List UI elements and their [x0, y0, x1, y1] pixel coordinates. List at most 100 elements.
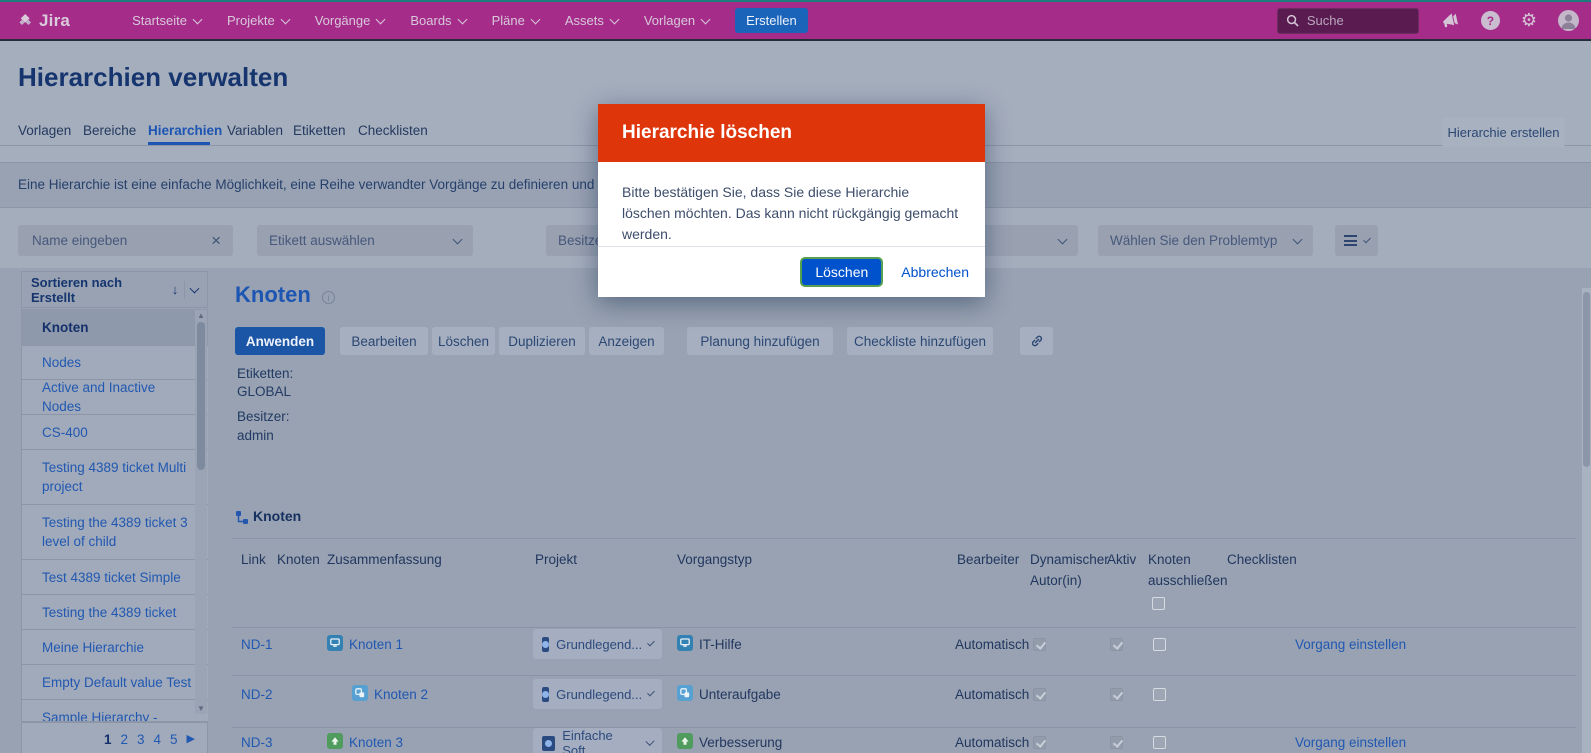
- sidebar-item-simple[interactable]: Test 4389 ticket Simple: [21, 560, 208, 595]
- row-link[interactable]: ND-1: [241, 637, 273, 652]
- active-checkbox[interactable]: [1110, 688, 1123, 701]
- label-filter-select[interactable]: Etikett auswählen: [257, 225, 473, 256]
- global-search[interactable]: [1277, 8, 1419, 34]
- nav-item-vorlagen[interactable]: Vorlagen: [644, 13, 709, 28]
- nav-item-boards[interactable]: Boards: [410, 13, 465, 28]
- col-knoten-ausschliessen: Knoten ausschließen: [1148, 549, 1234, 591]
- user-avatar[interactable]: [1558, 10, 1579, 31]
- jira-logo[interactable]: Jira: [17, 11, 70, 31]
- announcements-icon[interactable]: [1440, 12, 1460, 30]
- confirm-delete-button[interactable]: Löschen: [802, 259, 881, 285]
- tab-variablen[interactable]: Variablen: [227, 123, 283, 138]
- search-input[interactable]: [1305, 12, 1395, 29]
- tab-checklisten[interactable]: Checklisten: [358, 123, 428, 138]
- issuetype-filter-select[interactable]: Wählen Sie den Problemtyp: [1098, 225, 1313, 256]
- tab-vorlagen[interactable]: Vorlagen: [18, 123, 71, 138]
- delete-hierarchy-dialog: Hierarchie löschen Bitte bestätigen Sie,…: [598, 104, 985, 297]
- edit-button[interactable]: Bearbeiten: [340, 327, 428, 355]
- sidebar-item-nodes[interactable]: Nodes: [21, 346, 208, 380]
- add-checklist-button[interactable]: Checkliste hinzufügen: [847, 327, 993, 355]
- project-select[interactable]: Grundlegend...: [533, 679, 662, 709]
- node-name-link[interactable]: Knoten 3: [349, 735, 403, 750]
- create-button[interactable]: Erstellen: [735, 8, 808, 33]
- settings-gear-icon[interactable]: ⚙: [1521, 10, 1537, 31]
- tab-bereiche[interactable]: Bereiche: [83, 123, 136, 138]
- scroll-down-icon[interactable]: ▼: [195, 704, 207, 713]
- it-help-icon: [677, 635, 693, 651]
- create-hierarchy-button[interactable]: Hierarchie erstellen: [1442, 118, 1565, 147]
- chevron-down-icon[interactable]: [190, 283, 200, 293]
- clear-icon[interactable]: ×: [211, 232, 221, 249]
- sidebar-item-multi-project[interactable]: Testing 4389 ticket Multi project: [21, 450, 208, 505]
- exclude-node-checkbox[interactable]: [1153, 638, 1166, 651]
- sidebar-item-meine[interactable]: Meine Hierarchie: [21, 630, 208, 665]
- exclude-node-checkbox[interactable]: [1153, 688, 1166, 701]
- sidebar-scrollbar[interactable]: ▲ ▼: [195, 310, 207, 714]
- dynamic-author-checkbox[interactable]: [1033, 736, 1046, 749]
- page-3[interactable]: 3: [137, 732, 145, 747]
- active-checkbox[interactable]: [1110, 736, 1123, 749]
- name-filter-input[interactable]: [30, 232, 211, 249]
- tab-etiketten[interactable]: Etiketten: [293, 123, 346, 138]
- sidebar-item-3-level[interactable]: Testing the 4389 ticket 3 level of child: [21, 505, 208, 560]
- delete-button[interactable]: Löschen: [432, 327, 495, 355]
- nav-item-projekte[interactable]: Projekte: [227, 13, 289, 28]
- next-page-icon[interactable]: ▶: [187, 732, 195, 745]
- col-projekt: Projekt: [535, 549, 577, 570]
- dialog-footer: Löschen Abbrechen: [598, 246, 985, 297]
- subtask-icon: [677, 685, 693, 701]
- set-issue-link[interactable]: Vorgang einstellen: [1295, 637, 1406, 652]
- labels-label: Etiketten:: [237, 365, 293, 382]
- project-select[interactable]: Grundlegend...: [533, 629, 662, 659]
- menu-dropdown-button[interactable]: [1335, 225, 1378, 256]
- sidebar-item-4389[interactable]: Testing the 4389 ticket: [21, 595, 208, 630]
- nav-menu: Startseite Projekte Vorgänge Boards Plän…: [132, 13, 709, 28]
- sidebar-item-empty-default[interactable]: Empty Default value Test: [21, 665, 208, 700]
- scrollbar-thumb[interactable]: [1583, 292, 1590, 467]
- project-avatar-icon: [542, 687, 549, 702]
- cancel-button[interactable]: Abbrechen: [901, 264, 969, 280]
- add-plan-button[interactable]: Planung hinzufügen: [687, 327, 833, 355]
- page-scrollbar[interactable]: [1582, 288, 1591, 753]
- duplicate-button[interactable]: Duplizieren: [499, 327, 585, 355]
- info-icon[interactable]: i: [322, 291, 335, 304]
- nav-item-startseite[interactable]: Startseite: [132, 13, 201, 28]
- page-1[interactable]: 1: [104, 732, 112, 747]
- sort-control[interactable]: Sortieren nach Erstellt ↓: [21, 271, 208, 308]
- sidebar-item-knoten[interactable]: Knoten: [21, 309, 208, 346]
- page-5[interactable]: 5: [170, 732, 178, 747]
- link-button[interactable]: [1020, 327, 1053, 355]
- chevron-down-icon: [647, 689, 655, 697]
- sidebar-item-cs400[interactable]: CS-400: [21, 415, 208, 450]
- scrollbar-thumb[interactable]: [197, 322, 205, 470]
- sort-descending-icon[interactable]: ↓: [172, 282, 179, 297]
- name-filter[interactable]: ×: [18, 225, 233, 256]
- nav-item-plaene[interactable]: Pläne: [492, 13, 539, 28]
- scroll-up-icon[interactable]: ▲: [195, 311, 207, 320]
- exclude-node-checkbox[interactable]: [1153, 736, 1166, 749]
- project-select[interactable]: Einfache Soft...: [533, 728, 662, 753]
- show-button[interactable]: Anzeigen: [589, 327, 664, 355]
- dynamic-author-checkbox[interactable]: [1033, 688, 1046, 701]
- search-icon: [1286, 14, 1299, 27]
- page-2[interactable]: 2: [120, 732, 128, 747]
- set-issue-link[interactable]: Vorgang einstellen: [1295, 735, 1406, 750]
- help-icon[interactable]: ?: [1481, 11, 1500, 30]
- page-4[interactable]: 4: [154, 732, 162, 747]
- apply-button[interactable]: Anwenden: [235, 327, 325, 355]
- tab-hierarchien[interactable]: Hierarchien: [148, 123, 222, 138]
- node-name-link[interactable]: Knoten 1: [349, 637, 403, 652]
- assignee: Automatisch: [955, 637, 1029, 652]
- sidebar-item-active-inactive[interactable]: Active and Inactive Nodes: [21, 380, 208, 415]
- dynamic-author-checkbox[interactable]: [1033, 638, 1046, 651]
- row-link[interactable]: ND-3: [241, 735, 273, 750]
- node-name-link[interactable]: Knoten 2: [374, 687, 428, 702]
- select-all-exclude-checkbox[interactable]: [1152, 597, 1165, 610]
- row-link[interactable]: ND-2: [241, 687, 273, 702]
- divider: [184, 281, 185, 299]
- sidebar-item-sample[interactable]: Sample Hierarchy -: [21, 700, 208, 722]
- nav-item-vorgaenge[interactable]: Vorgänge: [315, 13, 385, 28]
- row-divider: [232, 727, 1576, 728]
- active-checkbox[interactable]: [1110, 638, 1123, 651]
- nav-item-assets[interactable]: Assets: [565, 13, 618, 28]
